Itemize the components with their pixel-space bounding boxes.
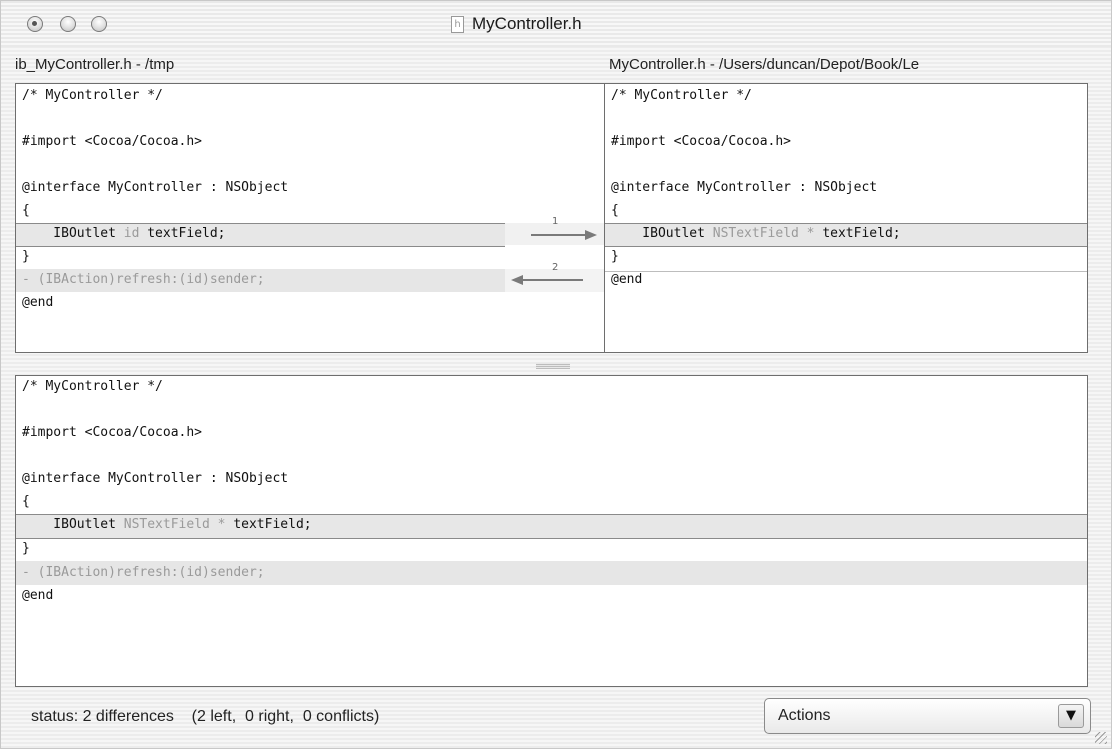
minimize-button[interactable] [60,16,76,32]
arrow-left-icon[interactable] [509,274,585,286]
pane-splitter-handle[interactable] [536,363,570,369]
code-line: /* MyController */ [22,88,163,103]
right-file-pane[interactable]: /* MyController */ #import <Cocoa/Cocoa.… [604,83,1088,353]
chevron-down-icon: ▼ [1058,704,1084,728]
code-line: { [611,203,619,218]
diff-gutter: 1 2 [505,83,605,353]
right-file-path: MyController.h - /Users/duncan/Depot/Boo… [609,56,920,73]
code-line: } [22,541,30,556]
status-text: status: 2 differences (2 left, 0 right, … [31,708,380,725]
code-line-diff-2: - (IBAction)refresh:(id)sender; [22,565,265,580]
window-title-group: h MyController.h [451,13,582,35]
header-file-icon: h [451,15,464,33]
code-line: @end [22,588,54,603]
actions-label: Actions [778,707,831,724]
merge-result-pane[interactable]: /* MyController */ #import <Cocoa/Cocoa.… [15,375,1088,687]
code-line: { [22,494,30,509]
code-line: @interface MyController : NSObject [22,180,289,195]
code-segment-changed: id [123,226,140,241]
code-line: #import <Cocoa/Cocoa.h> [22,425,203,440]
code-line: @interface MyController : NSObject [22,471,289,486]
code-line: @end [611,272,643,287]
left-file-pane[interactable]: /* MyController */ #import <Cocoa/Cocoa.… [15,83,506,353]
resize-grip-icon[interactable] [1095,732,1107,744]
window-title: MyController.h [472,14,582,33]
code-segment: textField; [822,226,901,241]
code-line: } [611,249,619,264]
code-segment: IBOutlet [611,226,713,241]
code-line: @end [22,295,54,310]
code-line: /* MyController */ [22,379,163,394]
title-bar[interactable]: h MyController.h [1,1,1111,47]
diff-insertion-marker [605,271,1087,272]
code-line: @interface MyController : NSObject [611,180,878,195]
code-segment-changed: NSTextField * [712,226,823,241]
diff-number-1: 1 [552,216,559,227]
code-segment: IBOutlet [22,517,124,532]
code-line-diff-1: IBOutlet id textField; [22,226,226,242]
code-line: /* MyController */ [611,88,752,103]
code-line: } [22,249,30,264]
code-line-diff-1: IBOutlet NSTextField * textField; [611,226,901,242]
code-segment: textField; [139,226,226,241]
close-button[interactable] [27,16,43,32]
code-line: { [22,203,30,218]
code-line: #import <Cocoa/Cocoa.h> [611,134,792,149]
left-file-path: ib_MyController.h - /tmp [15,56,175,73]
code-line-diff-1: IBOutlet NSTextField * textField; [22,517,312,533]
code-line: #import <Cocoa/Cocoa.h> [22,134,203,149]
code-segment: IBOutlet [22,226,124,241]
code-segment: textField; [233,517,312,532]
code-line-diff-2: - (IBAction)refresh:(id)sender; [22,272,265,287]
actions-popup-button[interactable]: Actions ▼ [764,698,1091,734]
diff-number-2: 2 [552,262,559,273]
zoom-button[interactable] [91,16,107,32]
filemerge-window: h MyController.h ib_MyController.h - /tm… [0,0,1112,749]
arrow-right-icon[interactable] [529,229,599,241]
code-segment-changed: NSTextField * [123,517,234,532]
